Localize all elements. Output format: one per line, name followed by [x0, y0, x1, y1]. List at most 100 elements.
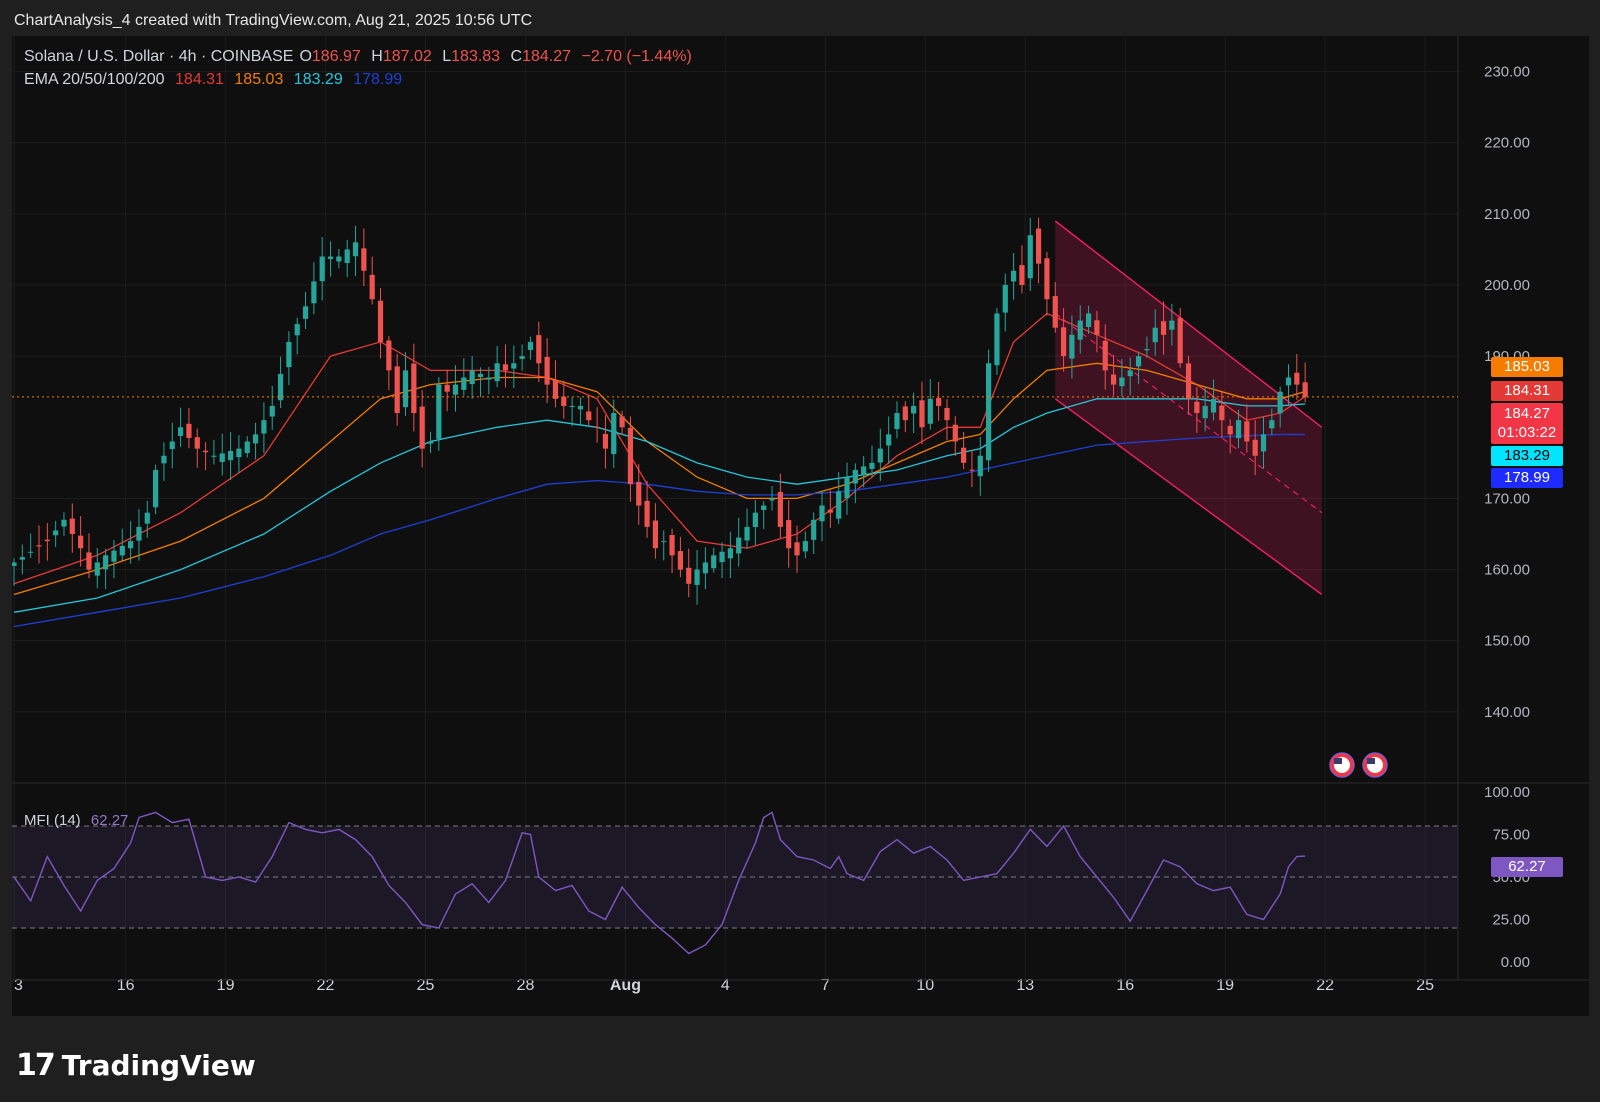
candle-body	[727, 548, 733, 559]
y-tick-label: 230.00	[1484, 64, 1530, 81]
ema200-line	[13, 433, 1306, 628]
candle-body	[1252, 439, 1258, 456]
candle-body	[1085, 313, 1092, 327]
candle-body	[469, 370, 475, 385]
candle-body	[544, 356, 550, 385]
candle-body	[386, 340, 392, 371]
chart-attribution: ChartAnalysis_4 created with TradingView…	[14, 12, 533, 29]
candle-body	[78, 535, 84, 549]
candle-body	[761, 505, 767, 510]
candle-body	[202, 450, 209, 453]
candle-body	[719, 551, 725, 563]
candle-body	[869, 462, 875, 469]
candle-body	[444, 384, 450, 392]
mfi-label: MFI (14)	[24, 812, 81, 829]
close-value: 184.27	[522, 48, 572, 65]
mfi-y-tick-label: 75.00	[1492, 827, 1530, 844]
candle-body	[1044, 258, 1050, 300]
candle-body	[919, 400, 925, 428]
candle-body	[36, 545, 42, 547]
candle-body	[319, 256, 325, 282]
candle-body	[619, 416, 625, 428]
ema20-value: 184.31	[175, 71, 224, 88]
candle-body	[1244, 421, 1250, 442]
candle-body	[153, 469, 159, 508]
candle-body	[677, 551, 683, 570]
low-label: L	[442, 48, 452, 65]
tradingview-logo[interactable]: 17 TradingView	[16, 1048, 256, 1083]
candle-body	[1302, 382, 1308, 397]
candle-body	[1069, 334, 1075, 359]
candle-body	[1110, 374, 1117, 385]
candle-body	[327, 256, 334, 260]
candle-body	[586, 411, 592, 421]
mfi-pane: 100.0075.0050.0025.000.00	[12, 784, 1530, 971]
tradingview-wordmark: TradingView	[61, 1049, 256, 1082]
candle-body	[69, 518, 75, 534]
candle-body	[1094, 320, 1100, 335]
candle-body	[161, 455, 167, 464]
candle-body	[1102, 340, 1108, 371]
candle-body	[44, 539, 50, 542]
candle-body	[236, 448, 242, 458]
price-chart[interactable]: 230.00220.00210.00200.00190.00170.00160.…	[12, 36, 1589, 1016]
ema200-value: 178.99	[353, 71, 403, 88]
last-price-value: 184.27	[1504, 405, 1550, 422]
mfi-y-tick-label: 100.00	[1484, 784, 1530, 801]
candle-body	[736, 537, 742, 554]
candle-body	[427, 441, 434, 444]
tradingview-logo-icon: 17	[16, 1048, 56, 1083]
candle-body	[711, 555, 717, 569]
change-value: −2.70 (−1.44%)	[581, 48, 692, 65]
candle-body	[1027, 235, 1033, 279]
ema-label: EMA 20/50/100/200	[24, 71, 165, 88]
y-tick-label: 140.00	[1484, 704, 1530, 721]
candle-body	[786, 520, 792, 549]
us-flag-event-icon-canton	[1334, 758, 1342, 764]
candle-body	[794, 542, 800, 556]
candle-body	[1169, 320, 1175, 330]
candle-body	[602, 433, 609, 449]
candle-body	[527, 341, 534, 350]
candle-body	[1127, 370, 1133, 377]
candle-body	[1285, 377, 1292, 386]
high-value: 187.02	[382, 48, 432, 65]
candle-body	[377, 300, 384, 342]
candle-body	[194, 437, 200, 449]
ema50-value: 185.03	[234, 71, 284, 88]
candle-body	[402, 370, 409, 408]
candle-body	[1152, 327, 1158, 343]
candle-body	[752, 512, 758, 527]
open-label: O	[299, 48, 312, 65]
y-tick-label: 160.00	[1484, 562, 1530, 579]
candle-body	[936, 397, 942, 406]
candle-body	[394, 366, 400, 414]
candle-body	[986, 363, 992, 461]
candle-body	[1202, 405, 1208, 419]
candle-body	[702, 562, 708, 574]
y-tick-label: 170.00	[1484, 490, 1530, 507]
candle-body	[686, 567, 692, 584]
candle-body	[144, 512, 150, 524]
symbol-name: Solana / U.S. Dollar · 4h · COINBASE	[24, 48, 294, 65]
y-tick-label: 150.00	[1484, 633, 1530, 650]
close-label: C	[510, 48, 523, 65]
candle-body	[244, 441, 250, 454]
candle-body	[219, 453, 225, 463]
candle-body	[486, 377, 492, 380]
y-tick-label: 210.00	[1484, 206, 1530, 223]
candle-body	[286, 341, 292, 368]
candle-body	[827, 509, 833, 513]
candle-body	[111, 550, 117, 562]
candle-body	[302, 306, 309, 319]
candle-body	[461, 377, 467, 390]
candle-body	[811, 519, 817, 540]
candle-body	[661, 541, 667, 543]
y-tick-label: 200.00	[1484, 277, 1530, 294]
candle-body	[1185, 363, 1192, 399]
candle-body	[227, 451, 234, 461]
us-flag-event-icon-canton	[1367, 758, 1375, 764]
candle-body	[53, 530, 59, 536]
candle-body	[169, 441, 175, 450]
bar-countdown: 01:03:22	[1497, 424, 1557, 441]
